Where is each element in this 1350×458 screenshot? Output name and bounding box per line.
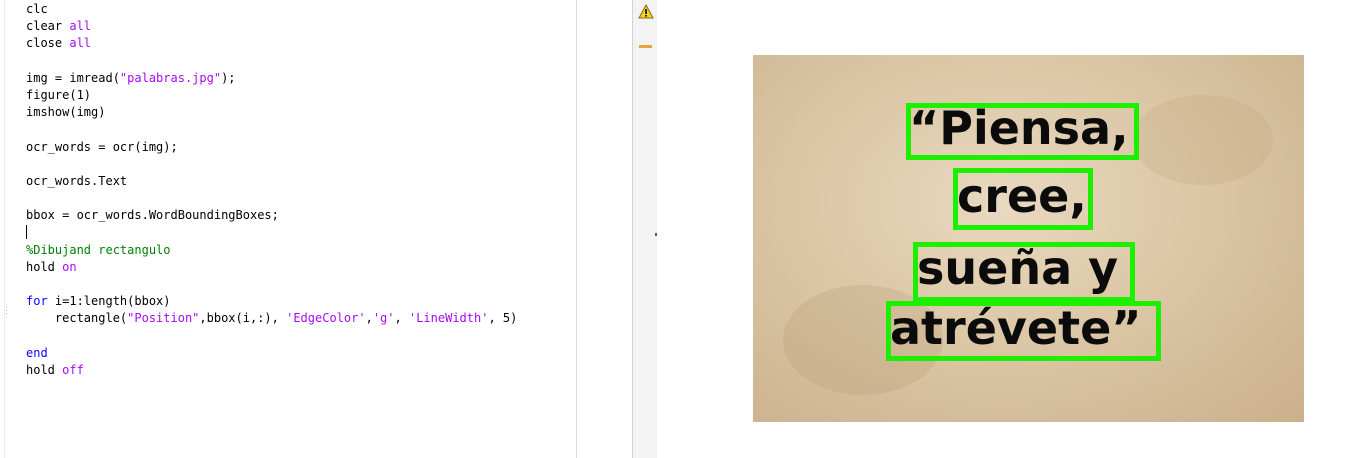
warning-icon[interactable] xyxy=(638,4,654,20)
code-token: ocr_words = ocr(img); xyxy=(26,139,178,154)
code-line[interactable]: clear all xyxy=(26,18,517,35)
code-token: "Position" xyxy=(127,311,200,326)
code-token: 'EdgeColor' xyxy=(286,311,366,326)
fold-marker[interactable]: ⋮ xyxy=(2,306,11,326)
code-token: close xyxy=(26,36,70,51)
code-editor[interactable]: ⋮ clc clear all close all img = imread("pa… xyxy=(0,0,577,458)
ocr-word: sueña y xyxy=(917,241,1119,295)
code-token: for xyxy=(26,294,48,309)
code-token: , xyxy=(394,311,409,326)
code-token: hold xyxy=(26,259,63,274)
code-line[interactable]: hold off xyxy=(26,362,517,379)
code-token: ocr_words.Text xyxy=(26,173,128,188)
ocr-image: “Piensa, cree, sueña y atrévete” xyxy=(753,55,1304,422)
code-token: all xyxy=(69,19,92,34)
code-line[interactable]: imshow(img) xyxy=(26,104,517,121)
code-line[interactable]: ocr_words = ocr(img); xyxy=(26,139,517,156)
code-line[interactable]: bbox = ocr_words.WordBoundingBoxes; xyxy=(26,207,517,224)
code-token: hold xyxy=(26,362,63,377)
code-token: clc xyxy=(26,2,48,16)
code-line[interactable] xyxy=(26,121,517,138)
code-token: , 5) xyxy=(488,311,518,326)
code-line[interactable]: rectangle("Position",bbox(i,:), 'EdgeCol… xyxy=(26,310,517,327)
code-token: on xyxy=(62,259,77,274)
code-line[interactable]: hold on xyxy=(26,259,517,276)
code-line[interactable]: for i=1:length(bbox) xyxy=(26,293,517,310)
code-line[interactable] xyxy=(26,53,517,70)
code-line[interactable] xyxy=(26,190,517,207)
code-token: ); xyxy=(221,70,236,85)
code-line[interactable]: clc xyxy=(26,1,517,18)
warning-marker[interactable] xyxy=(639,45,652,48)
code-token: "palabras.jpg" xyxy=(119,70,222,85)
code-text[interactable]: clc clear all close all img = imread("pala… xyxy=(26,1,517,379)
code-line[interactable]: %Dibujand rectangulo xyxy=(26,242,517,259)
ocr-word: cree, xyxy=(957,169,1087,223)
ocr-word: “Piensa, xyxy=(909,101,1129,155)
code-token: all xyxy=(69,36,92,51)
code-line[interactable] xyxy=(26,156,517,173)
code-token: imshow(img) xyxy=(26,105,106,120)
code-token: ,bbox(i,:), xyxy=(199,311,287,326)
code-token: 'g' xyxy=(372,311,395,326)
code-token: off xyxy=(62,362,84,377)
code-token: %Dibujand rectangulo xyxy=(26,242,171,257)
code-token: , xyxy=(365,311,373,326)
code-token: img = imread( xyxy=(26,70,120,85)
code-analyzer-bar[interactable] xyxy=(632,0,658,458)
editor-gutter xyxy=(4,0,5,458)
code-line[interactable]: figure(1) xyxy=(26,87,517,104)
text-caret xyxy=(26,225,27,240)
code-line[interactable] xyxy=(26,224,517,241)
editor-margin xyxy=(577,0,632,458)
code-token: 'LineWidth' xyxy=(408,311,489,326)
code-token: figure(1) xyxy=(26,87,92,102)
paper-stain xyxy=(1133,95,1273,185)
ocr-word: atrévete” xyxy=(890,301,1142,355)
code-line[interactable] xyxy=(26,328,517,345)
code-token: i=1:length(bbox) xyxy=(47,294,171,309)
code-line[interactable]: ocr_words.Text xyxy=(26,173,517,190)
code-line[interactable]: end xyxy=(26,345,517,362)
code-line[interactable]: img = imread("palabras.jpg"); xyxy=(26,70,517,87)
code-token: bbox = ocr_words.WordBoundingBoxes; xyxy=(26,208,279,223)
code-token: clear xyxy=(26,19,70,34)
code-line[interactable]: close all xyxy=(26,35,517,52)
code-token: rectangle( xyxy=(26,311,128,326)
code-token: end xyxy=(26,345,48,360)
code-line[interactable] xyxy=(26,276,517,293)
